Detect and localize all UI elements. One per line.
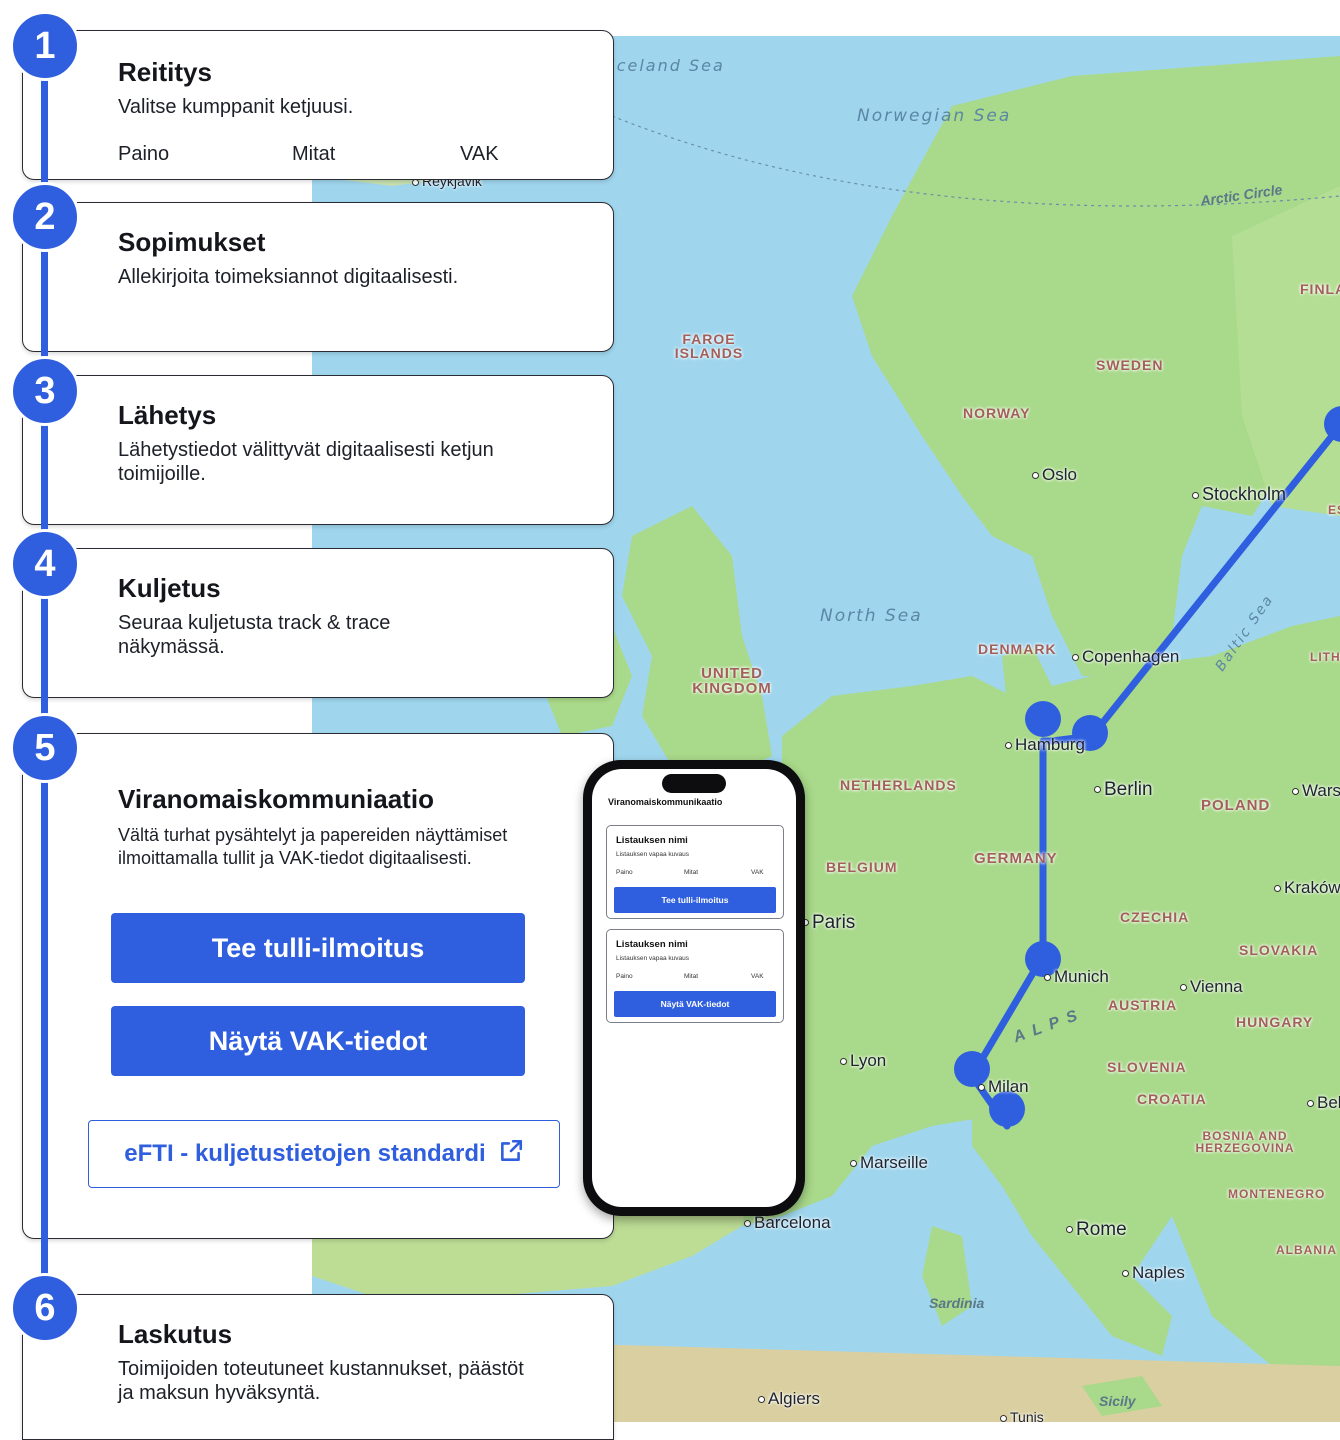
city-label: Oslo (1032, 466, 1077, 483)
sea-label: Iceland Sea (610, 56, 725, 75)
city-label: Naples (1122, 1264, 1185, 1281)
step-title: Lähetys (118, 400, 217, 430)
step-card-transport[interactable]: Kuljetus Seuraa kuljetusta track & trace… (22, 548, 614, 698)
phone-screen: Viranomaiskommunikaatio Listauksen nimi … (592, 769, 796, 1207)
city-label: Tunis (1000, 1410, 1044, 1422)
country-label: ALBANIA (1276, 1243, 1337, 1257)
country-label: FINLAND (1300, 281, 1340, 297)
step-number-badge: 3 (10, 356, 80, 426)
listing-chip: Mitat (684, 973, 699, 980)
country-label: MONTENEGRO (1228, 1187, 1326, 1201)
external-link-icon (498, 1138, 524, 1171)
city-label: Munich (1044, 968, 1109, 985)
customs-declaration-button[interactable]: Tee tulli-ilmoitus (111, 913, 525, 983)
country-label: SWEDEN (1096, 357, 1164, 373)
step-card-invoicing[interactable]: Laskutus Toimijoiden toteutuneet kustann… (22, 1294, 614, 1440)
city-label: Barcelona (744, 1214, 831, 1231)
listing-chip: VAK (751, 869, 764, 876)
chip-dangerous-goods: VAK (460, 143, 499, 165)
country-label: GERMANY (974, 850, 1058, 867)
phone-mockup: Viranomaiskommunikaatio Listauksen nimi … (583, 760, 805, 1216)
listing-description: Listauksen vapaa kuvaus (616, 851, 689, 858)
phone-listing-card[interactable]: Listauksen nimi Listauksen vapaa kuvaus … (606, 825, 784, 919)
city-label: Algiers (758, 1390, 820, 1407)
phone-customs-button[interactable]: Tee tulli-ilmoitus (614, 887, 776, 913)
listing-chip: Paino (616, 973, 633, 980)
city-label: Paris (802, 913, 855, 932)
sicily-label: Sicily (1099, 1393, 1136, 1409)
country-label: BOSNIA AND HERZEGOVINA (1195, 1129, 1295, 1155)
country-label: ESTONIA (1328, 503, 1340, 517)
chip-dimensions: Mitat (292, 143, 336, 165)
country-label: AUSTRIA (1108, 997, 1178, 1013)
chip-weight: Paino (118, 143, 170, 165)
step-title: Kuljetus (118, 573, 221, 603)
step-title: Reititys (118, 57, 212, 87)
step-description: Toimijoiden toteutuneet kustannukset, pä… (118, 1358, 524, 1404)
step-title: Viranomaiskommuniaatio (118, 784, 434, 814)
step-description: Valitse kumppanit ketjuusi. (118, 96, 354, 118)
sea-label: North Sea (820, 606, 923, 626)
sea-label: Norwegian Sea (857, 106, 1012, 126)
step-title: Laskutus (118, 1319, 233, 1349)
country-label: DENMARK (978, 641, 1057, 657)
country-label: SLOVAKIA (1239, 942, 1319, 958)
country-label: CZECHIA (1120, 909, 1190, 925)
step-number-badge: 6 (10, 1273, 80, 1343)
listing-chip: VAK (751, 973, 764, 980)
step-card-shipment[interactable]: Lähetys Lähetystiedot välittyvät digitaa… (22, 375, 614, 525)
listing-description: Listauksen vapaa kuvaus (616, 955, 689, 962)
step-number-badge: 1 (10, 11, 80, 81)
city-label: Kraków (1274, 879, 1340, 896)
city-label: Belgrade (1307, 1094, 1340, 1111)
step-description: Vältä turhat pysähtelyt ja papereiden nä… (118, 825, 508, 868)
country-label: FAROE ISLANDS (674, 331, 744, 361)
phone-listing-card[interactable]: Listauksen nimi Listauksen vapaa kuvaus … (606, 929, 784, 1023)
city-label: Lyon (840, 1052, 886, 1069)
phone-notch (662, 774, 726, 793)
city-label: Warsaw (1292, 782, 1340, 799)
city-label: Marseille (850, 1154, 928, 1171)
country-label: BELGIUM (826, 859, 898, 875)
city-label: Berlin (1094, 780, 1153, 799)
country-label: POLAND (1201, 797, 1271, 814)
country-label: UNITED KINGDOM (692, 665, 772, 697)
step-description: Lähetystiedot välittyvät digitaalisesti … (118, 439, 494, 485)
city-label: Vienna (1180, 978, 1243, 995)
efti-link-label: eFTI - kuljetustietojen standardi (124, 1140, 486, 1167)
country-label: NORWAY (963, 405, 1031, 421)
step-number-badge: 5 (10, 713, 80, 783)
listing-name: Listauksen nimi (616, 939, 688, 950)
phone-vak-button[interactable]: Näytä VAK-tiedot (614, 991, 776, 1017)
country-label: NETHERLANDS (840, 777, 957, 793)
listing-name: Listauksen nimi (616, 835, 688, 846)
city-label: Rome (1066, 1220, 1127, 1239)
show-dangerous-goods-button[interactable]: Näytä VAK-tiedot (111, 1006, 525, 1076)
country-label: SLOVENIA (1107, 1059, 1187, 1075)
sardinia-label: Sardinia (929, 1295, 985, 1311)
listing-chip: Paino (616, 869, 633, 876)
step-title: Sopimukset (118, 227, 266, 257)
step-card-routing[interactable]: Reititys Valitse kumppanit ketjuusi. Pai… (22, 30, 614, 180)
step-number-badge: 4 (10, 529, 80, 599)
step-card-authority-communication[interactable]: Viranomaiskommuniaatio Vältä turhat pysä… (22, 733, 614, 1239)
step-description: Allekirjoita toimeksiannot digitaalisest… (118, 266, 459, 288)
step-description: Seuraa kuljetusta track & trace näkymäss… (118, 612, 391, 658)
city-label: Stockholm (1192, 485, 1286, 503)
step-card-contracts[interactable]: Sopimukset Allekirjoita toimeksiannot di… (22, 202, 614, 352)
city-label: Hamburg (1005, 736, 1085, 753)
step-number-badge: 2 (10, 182, 80, 252)
efti-standard-link[interactable]: eFTI - kuljetustietojen standardi (88, 1120, 560, 1188)
listing-chip: Mitat (684, 869, 699, 876)
city-label: Copenhagen (1072, 648, 1179, 665)
country-label: HUNGARY (1236, 1014, 1314, 1030)
country-label: CROATIA (1137, 1091, 1207, 1107)
country-label: LITHUANIA (1310, 650, 1340, 664)
city-label: Milan (978, 1078, 1029, 1095)
phone-screen-title: Viranomaiskommunikaatio (608, 797, 723, 807)
